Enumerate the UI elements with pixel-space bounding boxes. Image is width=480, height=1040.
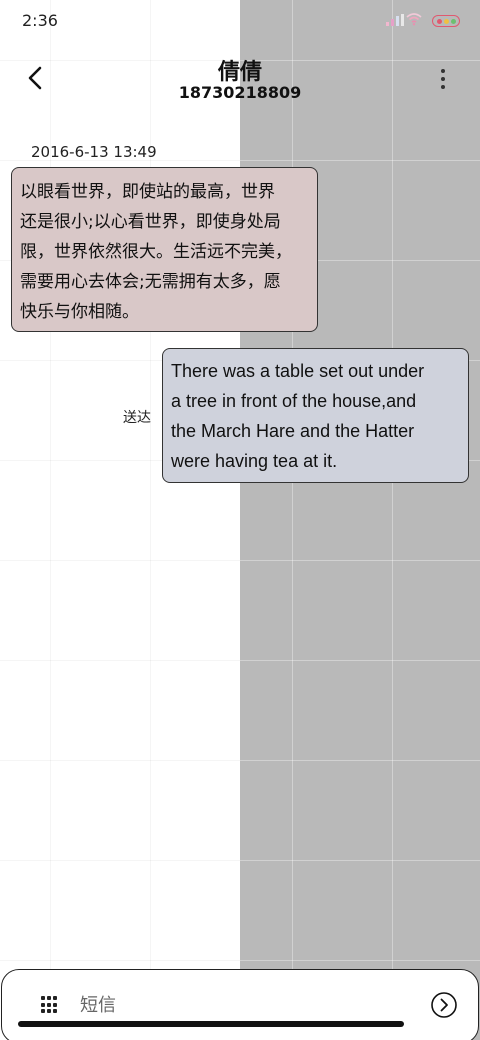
- delivery-status: 送达: [123, 410, 151, 426]
- message-line: 需要用心去体会;无需拥有太多，愿: [20, 272, 281, 292]
- message-line: There was a table set out under: [171, 361, 425, 381]
- conversation-header: 倩倩 18730218809: [0, 50, 480, 110]
- message-line: the March Hare and the Hatter: [171, 421, 415, 441]
- message-line: a tree in front of the house,and: [171, 391, 417, 411]
- outgoing-message-bubble[interactable]: There was a table set out under a tree i…: [162, 348, 469, 483]
- signal-icon: [386, 14, 406, 26]
- status-time: 2:36: [22, 11, 58, 30]
- background-right: [240, 0, 480, 1040]
- sms-input[interactable]: [80, 990, 380, 1020]
- incoming-message-bubble[interactable]: 以眼看世界，即使站的最高，世界 还是很小;以心看世界，即使身处局 限，世界依然很…: [11, 167, 318, 332]
- message-line: 以眼看世界，即使站的最高，世界: [20, 182, 275, 202]
- home-indicator: [18, 1021, 404, 1027]
- more-options-icon[interactable]: [430, 64, 456, 94]
- status-bar: 2:36: [0, 0, 480, 44]
- message-line: 还是很小;以心看世界，即使身处局: [20, 212, 281, 232]
- apps-grid-icon[interactable]: [41, 996, 59, 1014]
- contact-number: 18730218809: [178, 83, 302, 102]
- message-line: 限，世界依然很大。生活远不完美，: [20, 242, 292, 262]
- contact-name: 倩倩: [217, 60, 262, 85]
- message-composer: [1, 969, 479, 1040]
- message-line: 快乐与你相随。: [20, 302, 139, 322]
- battery-icon: [432, 15, 460, 27]
- send-arrow-icon[interactable]: [430, 991, 458, 1019]
- wifi-icon: [406, 13, 422, 26]
- message-line: were having tea at it.: [171, 451, 338, 471]
- message-timestamp: 2016-6-13 13:49: [31, 143, 157, 161]
